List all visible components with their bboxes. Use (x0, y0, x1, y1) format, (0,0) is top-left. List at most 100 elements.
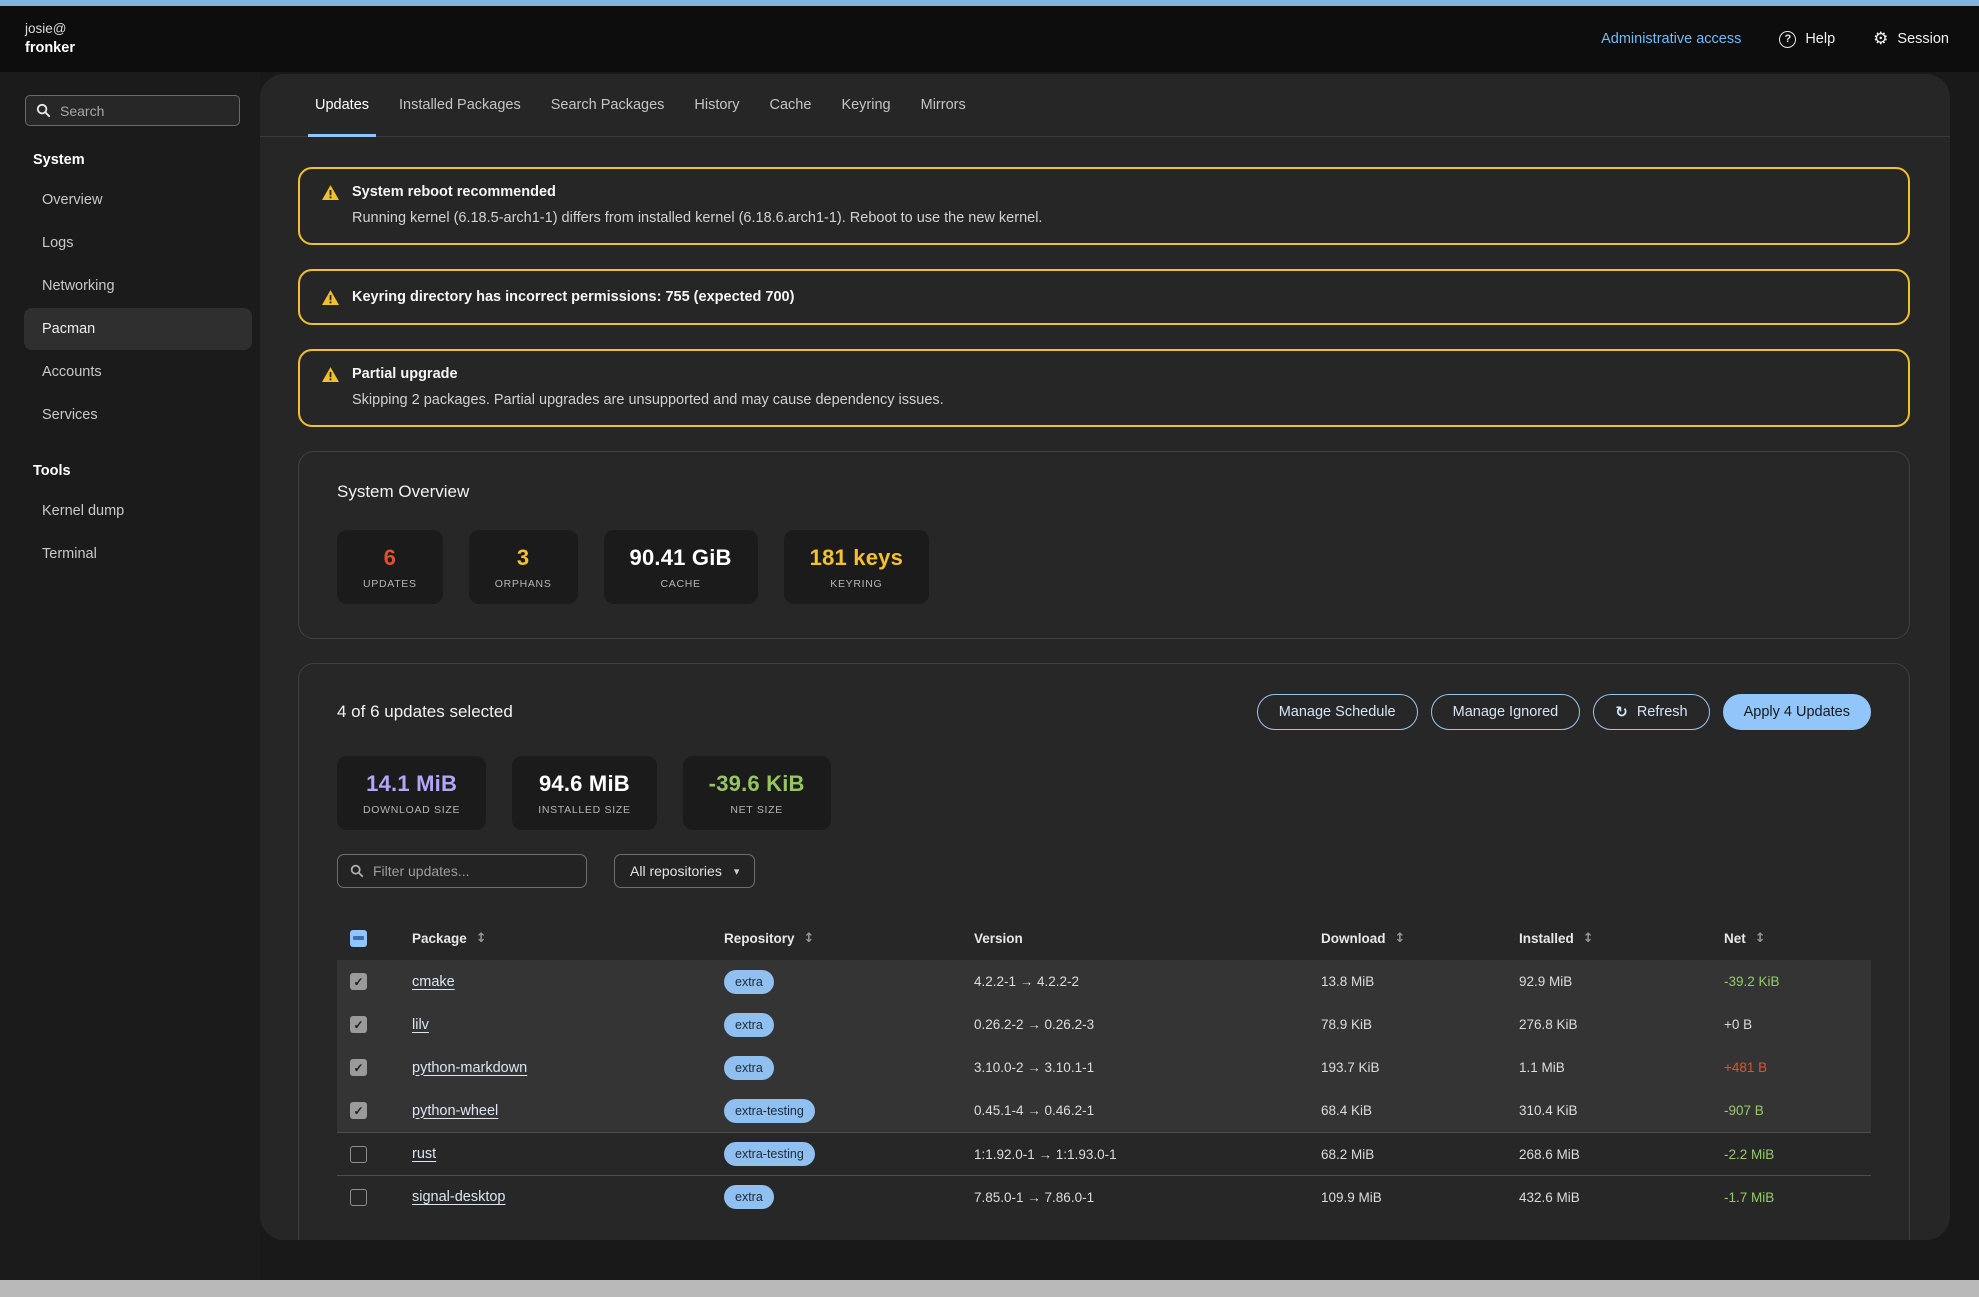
stat-net-size: -39.6 KiB NET SIZE (683, 756, 831, 830)
tab-history[interactable]: History (679, 74, 754, 136)
table-row[interactable]: ✓ cmake extra 4.2.2-1 → 4.2.2-2 13.8 MiB… (337, 960, 1871, 1003)
table-row[interactable]: ✓ python-wheel extra-testing 0.45.1-4 → … (337, 1089, 1871, 1132)
updates-card: 4 of 6 updates selected Manage Schedule … (298, 663, 1910, 1240)
stat-label: INSTALLED SIZE (538, 804, 630, 816)
stat-value: 94.6 MiB (538, 771, 630, 797)
table-row[interactable]: ✓ python-markdown extra 3.10.0-2 → 3.10.… (337, 1046, 1871, 1089)
version-text: 1:1.92.0-1 → 1:1.93.0-1 (974, 1147, 1321, 1162)
version-text: 0.45.1-4 → 0.46.2-1 (974, 1103, 1321, 1118)
select-all-checkbox[interactable] (350, 930, 367, 947)
help-label: Help (1805, 31, 1835, 47)
installed-size: 1.1 MiB (1519, 1060, 1724, 1075)
sidebar-search-input[interactable]: Search (25, 95, 240, 126)
net-size: +0 B (1724, 1017, 1871, 1032)
system-overview-title: System Overview (337, 482, 1871, 502)
apply-updates-button[interactable]: Apply 4 Updates (1723, 694, 1871, 730)
stat-label: ORPHANS (495, 578, 552, 590)
row-checkbox[interactable]: ✓ (350, 1016, 367, 1033)
session-menu[interactable]: ⚙ Session (1873, 31, 1949, 48)
alert-keyring-permissions: Keyring directory has incorrect permissi… (298, 269, 1910, 325)
download-size: 193.7 KiB (1321, 1060, 1519, 1075)
table-row[interactable]: signal-desktop extra 7.85.0-1 → 7.86.0-1… (337, 1175, 1871, 1218)
manage-ignored-button[interactable]: Manage Ignored (1431, 694, 1581, 730)
sidebar-item-kernel-dump[interactable]: Kernel dump (24, 490, 252, 532)
package-link[interactable]: python-markdown (412, 1060, 527, 1076)
sidebar-item-accounts[interactable]: Accounts (24, 351, 252, 393)
refresh-button[interactable]: ↻ Refresh (1593, 694, 1709, 730)
sort-icon[interactable]: ↕ (804, 931, 815, 946)
sidebar-item-services[interactable]: Services (24, 394, 252, 436)
version-text: 4.2.2-1 → 4.2.2-2 (974, 974, 1321, 989)
sidebar-item-label: Overview (42, 192, 102, 208)
tab-installed-packages[interactable]: Installed Packages (384, 74, 536, 136)
alert-reboot-recommended: System reboot recommended Running kernel… (298, 167, 1910, 245)
stat-value: -39.6 KiB (709, 771, 805, 797)
table-row[interactable]: ✓ lilv extra 0.26.2-2 → 0.26.2-3 78.9 Ki… (337, 1003, 1871, 1046)
net-size: +481 B (1724, 1060, 1871, 1075)
button-label: Manage Schedule (1279, 704, 1396, 720)
manage-schedule-button[interactable]: Manage Schedule (1257, 694, 1418, 730)
sidebar-group-tools: Tools (0, 437, 260, 489)
tab-label: History (694, 97, 739, 113)
tabs-bar: Updates Installed Packages Search Packag… (260, 74, 1950, 137)
package-link[interactable]: python-wheel (412, 1103, 498, 1119)
tab-updates[interactable]: Updates (300, 74, 384, 136)
row-checkbox[interactable]: ✓ (350, 1059, 367, 1076)
alert-description: Skipping 2 packages. Partial upgrades ar… (352, 392, 1886, 408)
chevron-down-icon: ▾ (734, 865, 740, 878)
sidebar-item-terminal[interactable]: Terminal (24, 533, 252, 575)
row-checkbox[interactable]: ✓ (350, 973, 367, 990)
row-checkbox[interactable]: ✓ (350, 1102, 367, 1119)
package-link[interactable]: rust (412, 1146, 436, 1162)
stat-value: 181 keys (810, 545, 903, 571)
masthead-username: josie@ (25, 19, 75, 39)
administrative-access-link[interactable]: Administrative access (1601, 31, 1741, 47)
help-menu[interactable]: ? Help (1779, 31, 1835, 48)
button-label: Manage Ignored (1453, 704, 1559, 720)
sidebar-item-overview[interactable]: Overview (24, 179, 252, 221)
filter-updates-input[interactable]: Filter updates... (337, 854, 587, 888)
sidebar-item-label: Services (42, 407, 98, 423)
row-checkbox[interactable] (350, 1189, 367, 1206)
tab-mirrors[interactable]: Mirrors (906, 74, 981, 136)
repo-badge: extra-testing (724, 1099, 815, 1123)
installed-size: 276.8 KiB (1519, 1017, 1724, 1032)
updates-title: 4 of 6 updates selected (337, 702, 513, 722)
package-link[interactable]: lilv (412, 1017, 429, 1033)
warning-icon (322, 185, 339, 200)
version-text: 0.26.2-2 → 0.26.2-3 (974, 1017, 1321, 1032)
download-size: 13.8 MiB (1321, 974, 1519, 989)
sidebar-item-label: Pacman (42, 321, 95, 337)
sidebar-item-label: Networking (42, 278, 115, 294)
row-checkbox[interactable] (350, 1146, 367, 1163)
sidebar-search-placeholder: Search (60, 103, 104, 119)
tab-search-packages[interactable]: Search Packages (536, 74, 680, 136)
installed-size: 268.6 MiB (1519, 1147, 1724, 1162)
repository-filter-select[interactable]: All repositories ▾ (614, 854, 755, 888)
repo-badge: extra (724, 1185, 774, 1209)
repo-badge: extra (724, 1056, 774, 1080)
warning-icon (322, 290, 339, 305)
sort-icon[interactable]: ↕ (1755, 931, 1766, 946)
table-row[interactable]: rust extra-testing 1:1.92.0-1 → 1:1.93.0… (337, 1132, 1871, 1175)
tab-label: Keyring (841, 97, 890, 113)
column-header-version: Version (974, 931, 1023, 946)
sort-icon[interactable]: ↕ (1395, 931, 1406, 946)
sidebar-item-pacman[interactable]: Pacman (24, 308, 252, 350)
sidebar-group-system: System (0, 126, 260, 178)
tab-cache[interactable]: Cache (755, 74, 827, 136)
sidebar-item-logs[interactable]: Logs (24, 222, 252, 264)
net-size: -39.2 KiB (1724, 974, 1871, 989)
tab-keyring[interactable]: Keyring (826, 74, 905, 136)
download-size: 68.2 MiB (1321, 1147, 1519, 1162)
net-size: -907 B (1724, 1103, 1871, 1118)
table-header-row: Package↕ Repository↕ Version Download↕ I… (337, 922, 1871, 954)
package-link[interactable]: signal-desktop (412, 1189, 506, 1205)
installed-size: 310.4 KiB (1519, 1103, 1724, 1118)
package-link[interactable]: cmake (412, 974, 455, 990)
sidebar-item-networking[interactable]: Networking (24, 265, 252, 307)
sort-icon[interactable]: ↕ (476, 931, 487, 946)
alert-title: System reboot recommended (352, 184, 556, 200)
download-size: 78.9 KiB (1321, 1017, 1519, 1032)
sort-icon[interactable]: ↕ (1583, 931, 1594, 946)
